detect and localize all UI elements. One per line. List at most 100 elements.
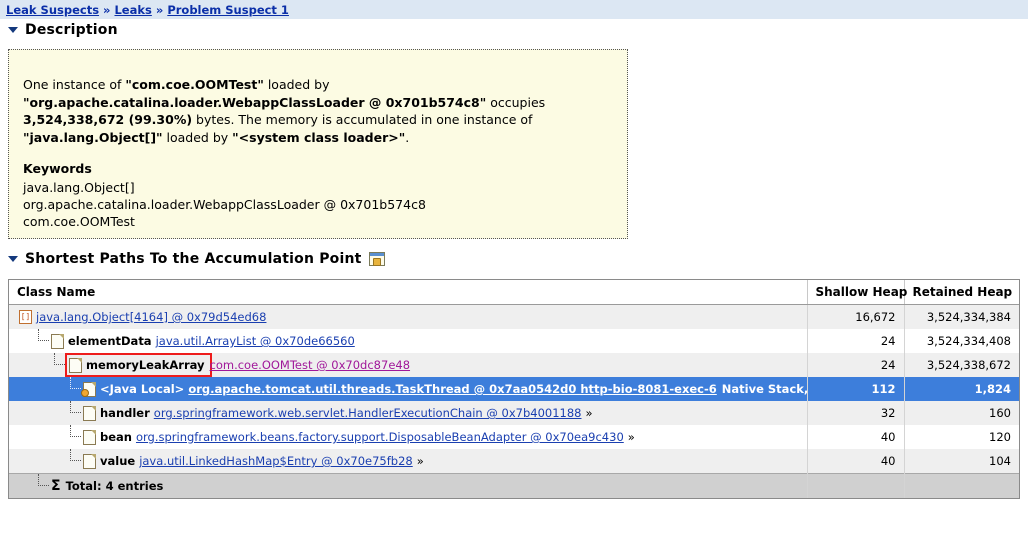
- cell-shallow-heap: 40: [807, 449, 905, 474]
- class-reference-link[interactable]: org.springframework.beans.factory.suppor…: [136, 430, 624, 444]
- description-text-run: "org.apache.catalina.loader.WebappClassL…: [23, 94, 487, 110]
- tree-node-content: value: [83, 453, 139, 469]
- class-reference-link[interactable]: org.springframework.web.servlet.HandlerE…: [154, 406, 582, 420]
- cell-retained-heap: 3,524,334,384: [904, 304, 1019, 329]
- object-icon: [83, 429, 96, 445]
- cell-class-name[interactable]: bean org.springframework.beans.factory.su…: [9, 425, 808, 449]
- cell-retained-heap: 104: [904, 449, 1019, 474]
- table-row[interactable]: [] java.lang.Object[4164] @ 0x79d54ed68 16…: [9, 304, 1019, 329]
- table-row[interactable]: elementData java.util.ArrayList @ 0x70de6…: [9, 329, 1019, 353]
- sigma-icon: Σ: [51, 478, 61, 494]
- tree-elbow-connector-icon: [51, 353, 67, 377]
- field-name-label: elementData: [68, 334, 152, 348]
- breadcrumb-separator: »: [155, 2, 164, 17]
- table-row[interactable]: value java.util.LinkedHashMap$Entry @ 0x7…: [9, 449, 1019, 474]
- description-text-run: occupies: [486, 94, 546, 110]
- object-icon: [83, 453, 96, 469]
- class-reference-link[interactable]: java.lang.Object[4164] @ 0x79d54ed68: [36, 310, 266, 324]
- object-icon: [51, 333, 64, 349]
- keywords-title: Keywords: [23, 161, 92, 176]
- breadcrumb-item-problem-suspect-1[interactable]: Problem Suspect 1: [167, 3, 289, 17]
- table-total-row: Σ Total: 4 entries: [9, 473, 1019, 498]
- table-row[interactable]: memoryLeakArray com.coe.OOMTest @ 0x70dc8…: [9, 353, 1019, 377]
- field-name-label: memoryLeakArray: [86, 358, 205, 372]
- cell-retained-heap: 1,824: [904, 377, 1019, 401]
- breadcrumb: Leak Suspects » Leaks » Problem Suspect …: [0, 0, 1028, 19]
- column-header-class-name[interactable]: Class Name: [9, 280, 808, 305]
- tree-elbow-connector-icon: [67, 449, 83, 473]
- triangle-down-icon[interactable]: [8, 27, 18, 33]
- tree-elbow-connector-icon: [67, 401, 83, 425]
- cell-retained-heap: 3,524,338,672: [904, 353, 1019, 377]
- class-reference-link[interactable]: java.util.LinkedHashMap$Entry @ 0x70e75f…: [139, 454, 413, 468]
- description-box: One instance of "com.coe.OOMTest" loaded…: [8, 49, 628, 239]
- shortest-paths-table: Class Name Shallow Heap Retained Heap []…: [9, 280, 1019, 498]
- object-icon: [69, 357, 82, 373]
- class-reference-link[interactable]: java.util.ArrayList @ 0x70de66560: [156, 334, 355, 348]
- tree-node-content: <Java Local>: [81, 381, 188, 397]
- description-text-run: 3,524,338,672 (99.30%): [23, 112, 193, 127]
- column-header-shallow-heap[interactable]: Shallow Heap: [807, 280, 907, 305]
- tree-node-content: handler: [83, 405, 154, 421]
- column-header-retained-heap[interactable]: Retained Heap: [904, 280, 1019, 305]
- field-name-label: handler: [100, 406, 150, 420]
- expand-more-marker[interactable]: »: [586, 406, 593, 420]
- highlight-box: memoryLeakArray: [65, 353, 212, 377]
- description-text-run: "com.coe.OOMTest": [125, 77, 264, 92]
- tree-node-content: elementData: [51, 333, 156, 349]
- table-row[interactable]: bean org.springframework.beans.factory.su…: [9, 425, 1019, 449]
- keyword-item: com.coe.OOMTest: [23, 213, 135, 229]
- tree-elbow-connector-icon: [35, 329, 51, 353]
- cell-class-name[interactable]: [] java.lang.Object[4164] @ 0x79d54ed68: [9, 304, 808, 329]
- description-text-run: One instance of: [23, 77, 126, 92]
- cell-class-name[interactable]: value java.util.LinkedHashMap$Entry @ 0x7…: [9, 449, 808, 474]
- tree-elbow-connector-icon: [67, 377, 83, 401]
- open-view-icon[interactable]: [368, 252, 385, 266]
- object-icon: [83, 405, 96, 421]
- cell-class-name[interactable]: elementData java.util.ArrayList @ 0x70de6…: [9, 329, 808, 353]
- expand-more-marker[interactable]: »: [417, 454, 424, 468]
- array-icon: []: [19, 310, 32, 324]
- class-reference-link[interactable]: com.coe.OOMTest @ 0x70dc87e48: [210, 358, 411, 372]
- keyword-item: org.apache.catalina.loader.WebappClassLo…: [23, 196, 426, 212]
- total-entries-label: Total: 4 entries: [65, 479, 164, 493]
- tree-node-content: []: [19, 310, 36, 324]
- cell-retained-heap: 3,524,334,408: [904, 329, 1019, 353]
- description-text-run: "java.lang.Object[]": [23, 129, 163, 145]
- thread-object-icon: [81, 381, 96, 397]
- description-text-run: bytes. The memory is accumulated in one …: [192, 112, 533, 127]
- cell-total-retained-heap: [904, 473, 1019, 498]
- tree-node-content: bean: [83, 429, 136, 445]
- cell-shallow-heap: 16,672: [807, 304, 905, 329]
- cell-shallow-heap: 32: [807, 401, 905, 425]
- description-text-run: .: [405, 129, 410, 145]
- triangle-down-icon[interactable]: [8, 256, 18, 262]
- cell-retained-heap: 120: [904, 425, 1019, 449]
- breadcrumb-separator: »: [103, 2, 111, 17]
- description-text-run: loaded by: [162, 129, 233, 145]
- tree-elbow-connector-icon: [67, 425, 83, 449]
- paths-section-title: Shortest Paths To the Accumulation Point: [25, 251, 362, 267]
- description-paragraph: One instance of "com.coe.OOMTest" loaded…: [23, 76, 613, 146]
- cell-shallow-heap: 40: [807, 425, 905, 449]
- shortest-paths-table-container: Class Name Shallow Heap Retained Heap []…: [8, 279, 1020, 499]
- cell-class-name[interactable]: memoryLeakArray com.coe.OOMTest @ 0x70dc8…: [9, 353, 808, 377]
- cell-shallow-heap: 24: [807, 329, 905, 353]
- table-row[interactable]: <Java Local> org.apache.tomcat.util.threa…: [9, 377, 1019, 401]
- gc-root-label: Native Stack, Thread: [721, 382, 807, 396]
- paths-section-header: Shortest Paths To the Accumulation Point: [0, 248, 1028, 270]
- breadcrumb-item-leak-suspects[interactable]: Leak Suspects: [6, 3, 99, 17]
- description-section-title: Description: [25, 22, 118, 38]
- breadcrumb-item-leaks[interactable]: Leaks: [114, 3, 151, 17]
- field-name-label: value: [100, 454, 136, 468]
- expand-more-marker[interactable]: »: [628, 430, 635, 444]
- cell-class-name[interactable]: handler org.springframework.web.servlet.H…: [9, 401, 808, 425]
- cell-retained-heap: 160: [904, 401, 1019, 425]
- table-row[interactable]: handler org.springframework.web.servlet.H…: [9, 401, 1019, 425]
- description-section-header: Description: [0, 19, 1028, 41]
- cell-class-name[interactable]: <Java Local> org.apache.tomcat.util.threa…: [9, 377, 808, 401]
- cell-shallow-heap: 112: [807, 377, 905, 401]
- class-reference-link[interactable]: org.apache.tomcat.util.threads.TaskThrea…: [188, 382, 716, 396]
- field-name-label: bean: [100, 430, 132, 444]
- cell-total-label: Σ Total: 4 entries: [9, 473, 808, 498]
